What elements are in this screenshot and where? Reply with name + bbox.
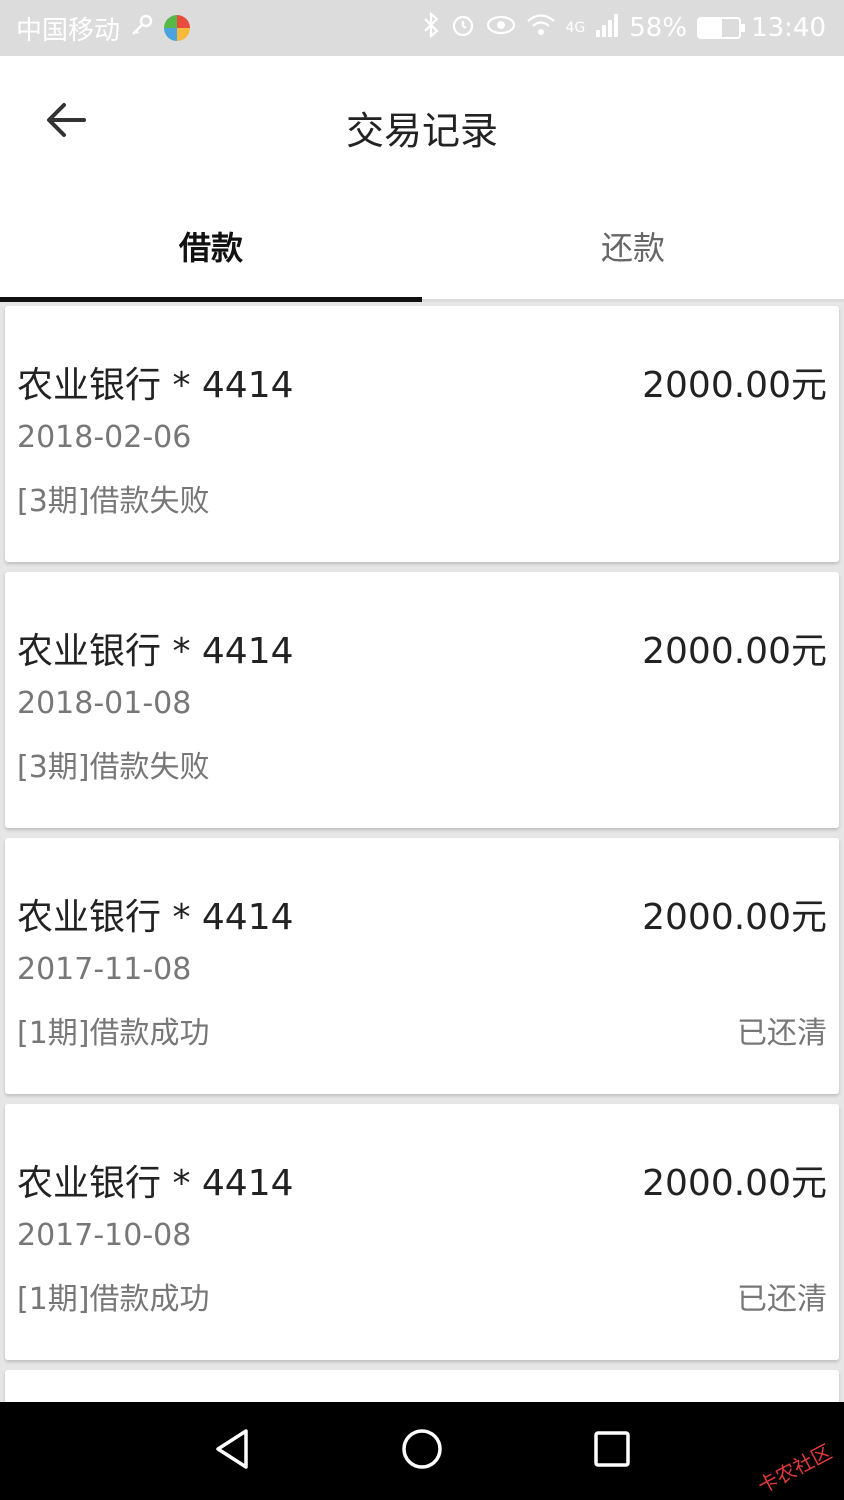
bank-account: 农业银行 * 4414 [17, 1163, 294, 1204]
carrier-label: 中国移动 [16, 15, 121, 46]
amount: 2000.00元 [642, 631, 827, 672]
signal-icon [595, 12, 619, 44]
transaction-list[interactable]: 农业银行 * 4414 2000.00元 2018-02-06 [3期]借款失败… [0, 302, 844, 1402]
loan-status: [1期]借款成功 [17, 1282, 210, 1317]
eye-icon [486, 14, 516, 42]
alarm-icon [450, 12, 476, 44]
nav-recents-button[interactable] [577, 1416, 647, 1486]
transaction-card[interactable]: 农业银行 * 4414 2000.00元 2017-11-08 [1期]借款成功… [5, 838, 839, 1094]
app-header: 交易记录 [0, 56, 844, 192]
app-logo-icon [164, 15, 191, 41]
bank-account: 农业银行 * 4414 [17, 897, 294, 938]
navigation-bar: 卡农社区 [0, 1402, 844, 1500]
status-bar: 中国移动 4G 58% 13:40 [0, 0, 844, 56]
status-bar-right: 4G 58% 13:40 [422, 11, 826, 44]
repaid-badge: 已还清 [737, 1016, 827, 1051]
amount: 2000.00元 [642, 1163, 827, 1204]
date: 2017-11-08 [17, 952, 192, 987]
bluetooth-icon [422, 11, 440, 44]
key-icon [130, 13, 154, 43]
square-recents-icon [592, 1429, 632, 1473]
bank-account: 农业银行 * 4414 [17, 365, 294, 406]
loan-status: [3期]借款失败 [17, 484, 210, 519]
amount: 2000.00元 [642, 365, 827, 406]
clock: 13:40 [751, 13, 826, 43]
transaction-card[interactable] [5, 1370, 839, 1402]
battery-icon [697, 17, 746, 39]
date: 2018-02-06 [17, 420, 192, 455]
repaid-badge: 已还清 [737, 1282, 827, 1317]
transaction-card[interactable]: 农业银行 * 4414 2000.00元 2018-02-06 [3期]借款失败 [5, 306, 839, 562]
date: 2018-01-08 [17, 686, 192, 721]
date: 2017-10-08 [17, 1218, 192, 1253]
tab-repay[interactable]: 还款 [422, 192, 844, 299]
tab-bar: 借款 还款 [0, 192, 844, 302]
triangle-back-icon [212, 1427, 252, 1475]
loan-status: [3期]借款失败 [17, 750, 210, 785]
wifi-icon [526, 13, 556, 43]
tab-borrow[interactable]: 借款 [0, 192, 422, 302]
watermark: 卡农社区 [753, 1439, 836, 1499]
transaction-card[interactable]: 农业银行 * 4414 2000.00元 2018-01-08 [3期]借款失败 [5, 572, 839, 828]
loan-status: [1期]借款成功 [17, 1016, 210, 1051]
network-type-label: 4G [565, 20, 586, 36]
circle-home-icon [400, 1427, 444, 1475]
nav-back-button[interactable] [197, 1416, 267, 1486]
nav-home-button[interactable] [387, 1416, 457, 1486]
status-bar-left: 中国移动 [16, 10, 191, 47]
bank-account: 农业银行 * 4414 [17, 631, 294, 672]
battery-percent: 58% [629, 13, 688, 43]
amount: 2000.00元 [642, 897, 827, 938]
page-title: 交易记录 [345, 109, 498, 153]
transaction-card[interactable]: 农业银行 * 4414 2000.00元 2017-10-08 [1期]借款成功… [5, 1104, 839, 1360]
